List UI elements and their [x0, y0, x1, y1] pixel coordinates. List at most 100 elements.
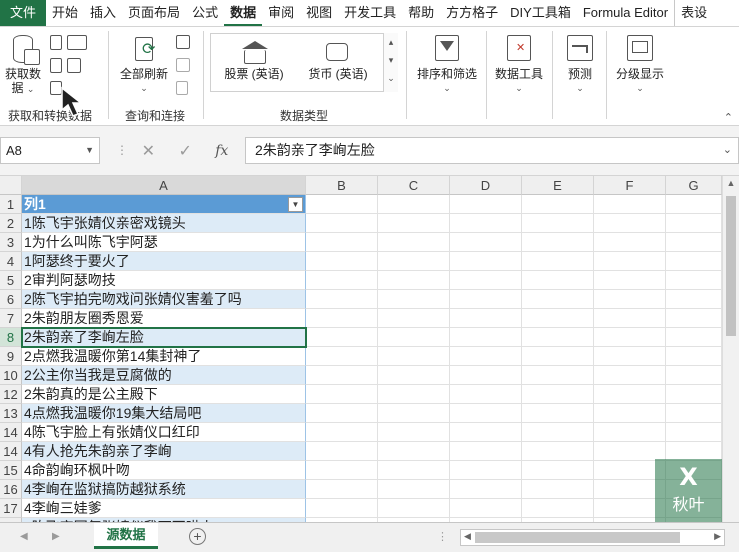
- data-tools-button[interactable]: ✕ 数据工具 ⌄: [490, 33, 548, 99]
- empty-cell[interactable]: [666, 366, 722, 385]
- empty-cell[interactable]: [450, 442, 522, 461]
- table-cell[interactable]: 2朱韵朋友圈秀恩爱: [22, 309, 306, 328]
- empty-cell[interactable]: [306, 423, 378, 442]
- empty-cell[interactable]: [522, 271, 594, 290]
- empty-cell[interactable]: [522, 309, 594, 328]
- add-sheet-icon[interactable]: +: [189, 528, 206, 545]
- row-header[interactable]: 15: [0, 461, 22, 480]
- empty-cell[interactable]: [666, 423, 722, 442]
- table-cell[interactable]: 2公主你当我是豆腐做的: [22, 366, 306, 385]
- empty-cell[interactable]: [450, 328, 522, 347]
- column-header-e[interactable]: E: [522, 176, 594, 195]
- row-header[interactable]: 10: [0, 366, 22, 385]
- menu-tab-6[interactable]: 审阅: [262, 0, 300, 26]
- menu-tab-8[interactable]: 开发工具: [338, 0, 402, 26]
- column-header-b[interactable]: B: [306, 176, 378, 195]
- menu-tab-5[interactable]: 数据: [224, 0, 263, 26]
- column-header-f[interactable]: F: [594, 176, 666, 195]
- row-header[interactable]: 5: [0, 271, 22, 290]
- from-text-icon[interactable]: [50, 35, 62, 50]
- row-header[interactable]: 4: [0, 252, 22, 271]
- from-web-icon[interactable]: [67, 35, 87, 50]
- empty-cell[interactable]: [450, 233, 522, 252]
- menu-tab-7[interactable]: 视图: [300, 0, 338, 26]
- empty-cell[interactable]: [306, 233, 378, 252]
- empty-cell[interactable]: [306, 442, 378, 461]
- empty-cell[interactable]: [522, 404, 594, 423]
- expand-formula-icon[interactable]: ⌄: [723, 138, 732, 163]
- row-header[interactable]: 1: [0, 195, 22, 214]
- empty-cell[interactable]: [594, 252, 666, 271]
- table-cell[interactable]: 4点燃我温暖你19集大结局吧: [22, 404, 306, 423]
- empty-cell[interactable]: [594, 195, 666, 214]
- enter-icon[interactable]: ✓: [178, 141, 191, 161]
- empty-cell[interactable]: [306, 271, 378, 290]
- table-cell[interactable]: 4李峋三娃爹: [22, 499, 306, 518]
- empty-cell[interactable]: [450, 271, 522, 290]
- next-sheet-icon[interactable]: ▶: [52, 531, 60, 542]
- empty-cell[interactable]: [594, 271, 666, 290]
- empty-cell[interactable]: [378, 290, 450, 309]
- empty-cell[interactable]: [306, 309, 378, 328]
- menu-tab-11[interactable]: DIY工具箱: [504, 0, 577, 26]
- empty-cell[interactable]: [594, 347, 666, 366]
- row-header[interactable]: 7: [0, 309, 22, 328]
- empty-cell[interactable]: [306, 347, 378, 366]
- column-header-g[interactable]: G: [666, 176, 722, 195]
- empty-cell[interactable]: [450, 347, 522, 366]
- menu-tab-0[interactable]: 文件: [0, 0, 47, 26]
- recent-sources-icon[interactable]: [67, 58, 81, 73]
- empty-cell[interactable]: [666, 252, 722, 271]
- table-header-cell[interactable]: 列1 ▼: [22, 195, 306, 214]
- empty-cell[interactable]: [522, 290, 594, 309]
- empty-cell[interactable]: [450, 290, 522, 309]
- empty-cell[interactable]: [306, 366, 378, 385]
- empty-cell[interactable]: [666, 347, 722, 366]
- row-header[interactable]: 6: [0, 290, 22, 309]
- table-cell[interactable]: 4陈飞宇脸上有张婧仪口红印: [22, 423, 306, 442]
- tab-split-handle-icon[interactable]: ⋮: [437, 530, 448, 543]
- sort-filter-button[interactable]: 排序和筛选 ⌄: [412, 33, 482, 99]
- empty-cell[interactable]: [306, 499, 378, 518]
- column-header-c[interactable]: C: [378, 176, 450, 195]
- collapse-ribbon-icon[interactable]: ⌃: [724, 111, 733, 124]
- select-all-corner[interactable]: [0, 176, 22, 195]
- row-header[interactable]: 17: [0, 499, 22, 518]
- table-cell[interactable]: 2审判阿瑟吻技: [22, 271, 306, 290]
- empty-cell[interactable]: [594, 290, 666, 309]
- row-header[interactable]: 2: [0, 214, 22, 233]
- menu-tab-12[interactable]: Formula Editor: [577, 0, 674, 26]
- empty-cell[interactable]: [378, 328, 450, 347]
- empty-cell[interactable]: [666, 271, 722, 290]
- empty-cell[interactable]: [594, 423, 666, 442]
- empty-cell[interactable]: [450, 195, 522, 214]
- empty-cell[interactable]: [594, 404, 666, 423]
- empty-cell[interactable]: [594, 214, 666, 233]
- empty-cell[interactable]: [378, 214, 450, 233]
- menu-tab-3[interactable]: 页面布局: [122, 0, 186, 26]
- empty-cell[interactable]: [450, 404, 522, 423]
- empty-cell[interactable]: [522, 461, 594, 480]
- table-cell[interactable]: 2点燃我温暖你第14集封神了: [22, 347, 306, 366]
- horizontal-scrollbar[interactable]: ◀ ▶: [460, 529, 725, 546]
- empty-cell[interactable]: [594, 328, 666, 347]
- empty-cell[interactable]: [306, 214, 378, 233]
- empty-cell[interactable]: [522, 233, 594, 252]
- horizontal-scroll-thumb[interactable]: [475, 532, 680, 543]
- name-box-dropdown-icon[interactable]: ▼: [85, 138, 94, 163]
- empty-cell[interactable]: [306, 480, 378, 499]
- empty-cell[interactable]: [522, 195, 594, 214]
- row-header[interactable]: 12: [0, 385, 22, 404]
- table-cell[interactable]: 4命韵峋环枫叶吻: [22, 461, 306, 480]
- empty-cell[interactable]: [522, 499, 594, 518]
- empty-cell[interactable]: [378, 271, 450, 290]
- table-cell[interactable]: 2陈飞宇拍完吻戏问张婧仪害羞了吗: [22, 290, 306, 309]
- empty-cell[interactable]: [666, 214, 722, 233]
- formula-input[interactable]: 2朱韵亲了李峋左脸 ⌄: [245, 137, 739, 164]
- table-cell[interactable]: 4李峋在监狱搞防越狱系统: [22, 480, 306, 499]
- empty-cell[interactable]: [666, 385, 722, 404]
- empty-cell[interactable]: [378, 404, 450, 423]
- empty-cell[interactable]: [378, 309, 450, 328]
- empty-cell[interactable]: [450, 385, 522, 404]
- table-cell[interactable]: 1阿瑟终于要火了: [22, 252, 306, 271]
